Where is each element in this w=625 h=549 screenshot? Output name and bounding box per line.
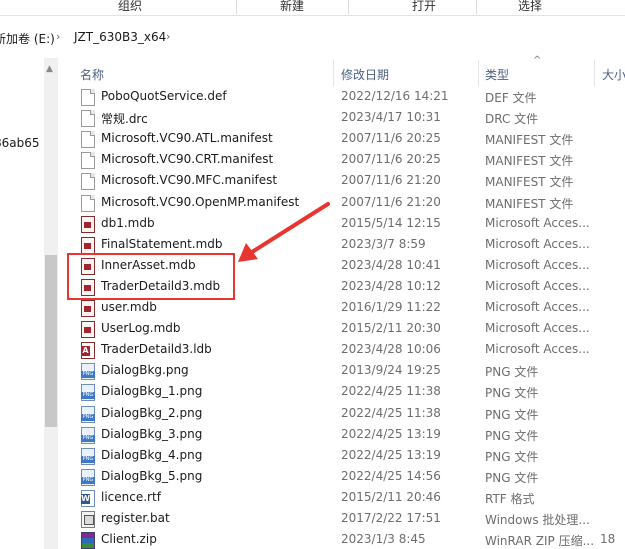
file-explorer-window: 组织 新建 打开 选择 新加卷 (E:) › JZT_630B3_x64 › 8… <box>0 0 625 549</box>
annotation-arrow-icon <box>238 202 330 262</box>
